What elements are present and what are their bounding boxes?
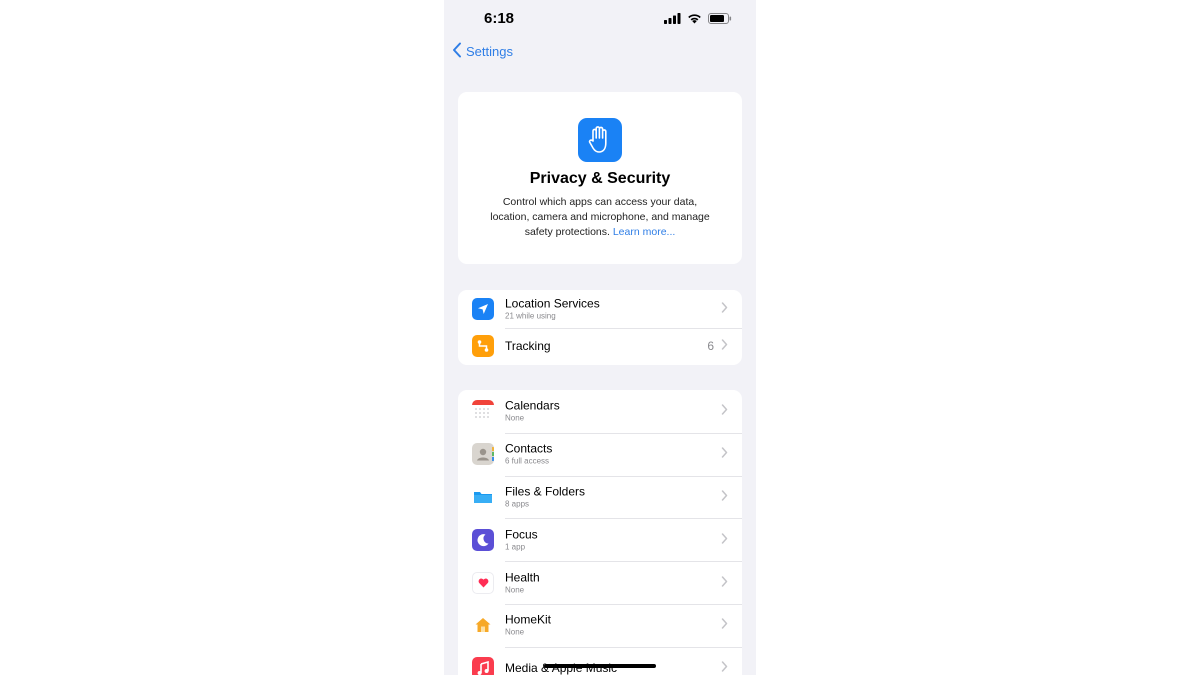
health-row[interactable]: Health None	[458, 561, 742, 604]
row-title: Contacts	[505, 441, 553, 456]
chevron-right-icon	[721, 337, 728, 355]
files-folders-row[interactable]: Files & Folders 8 apps	[458, 475, 742, 519]
row-subtitle: 8 apps	[505, 499, 530, 509]
status-icons	[664, 11, 732, 29]
chevron-left-icon	[452, 42, 462, 61]
tracking-count: 6	[707, 339, 714, 354]
row-subtitle: 6 full access	[505, 456, 550, 466]
media-apple-music-row[interactable]: Media & Apple Music	[458, 646, 742, 675]
location-services-row[interactable]: Location Services 21 while using	[458, 290, 742, 328]
folder-icon	[472, 485, 494, 508]
row-title: Focus	[505, 527, 538, 542]
row-title: Health	[505, 570, 540, 585]
row-text: Focus 1 app	[505, 527, 538, 552]
privacy-header-card: Privacy & Security Control which apps ca…	[458, 92, 742, 264]
row-title: Tracking	[505, 339, 551, 354]
settings-group-location: Location Services 21 while using Trackin…	[458, 290, 742, 365]
chevron-right-icon	[721, 531, 728, 549]
row-subtitle: None	[505, 413, 525, 423]
wifi-icon	[687, 11, 702, 29]
row-text: Health None	[505, 570, 540, 595]
phone-screen: 6:18 Settings Privacy & Security Control…	[444, 0, 756, 675]
music-icon	[472, 657, 494, 675]
learn-more-link[interactable]: Learn more...	[613, 226, 675, 238]
row-title: HomeKit	[505, 612, 552, 627]
row-title: Location Services	[505, 296, 600, 311]
hand-icon	[578, 118, 622, 162]
row-subtitle: 1 app	[505, 542, 526, 552]
home-indicator[interactable]	[544, 664, 656, 668]
contacts-icon	[472, 443, 494, 466]
row-text: Location Services 21 while using	[505, 296, 600, 321]
moon-icon	[472, 528, 494, 551]
location-arrow-icon	[472, 297, 494, 320]
battery-icon	[708, 11, 732, 29]
row-text: HomeKit None	[505, 613, 551, 638]
tracking-row[interactable]: Tracking 6	[458, 327, 742, 366]
row-text: Calendars None	[505, 399, 560, 424]
calendars-row[interactable]: Calendars None	[458, 390, 742, 433]
status-bar: 6:18	[444, 0, 756, 36]
row-title: Files & Folders	[505, 484, 586, 499]
contacts-row[interactable]: Contacts 6 full access	[458, 432, 742, 476]
calendar-icon	[472, 400, 494, 423]
row-text: Tracking	[505, 339, 551, 353]
chevron-right-icon	[721, 488, 728, 506]
row-title: Calendars	[505, 398, 560, 413]
homekit-row[interactable]: HomeKit None	[458, 603, 742, 647]
row-text: Contacts 6 full access	[505, 442, 552, 467]
home-icon	[472, 614, 494, 637]
back-button[interactable]: Settings	[452, 40, 513, 62]
focus-row[interactable]: Focus 1 app	[458, 518, 742, 561]
row-subtitle: None	[505, 627, 525, 637]
chevron-right-icon	[721, 445, 728, 463]
row-subtitle: None	[505, 585, 525, 595]
settings-group-data-access: Calendars None Contacts 6 full access Fi…	[458, 390, 742, 675]
tracking-icon	[472, 335, 494, 358]
back-button-label: Settings	[466, 43, 513, 59]
row-subtitle: 21 while using	[505, 311, 556, 321]
page-title: Privacy & Security	[529, 170, 671, 187]
chevron-right-icon	[721, 574, 728, 592]
description-text: Control which apps can access your data,…	[490, 196, 710, 238]
chevron-right-icon	[721, 402, 728, 420]
status-time: 6:18	[484, 10, 515, 27]
signal-icon	[664, 11, 681, 29]
row-text: Files & Folders 8 apps	[505, 484, 585, 509]
heart-icon	[472, 571, 494, 594]
chevron-right-icon	[721, 616, 728, 634]
chevron-right-icon	[721, 659, 728, 675]
page-description: Control which apps can access your data,…	[482, 195, 718, 240]
chevron-right-icon	[721, 300, 728, 318]
